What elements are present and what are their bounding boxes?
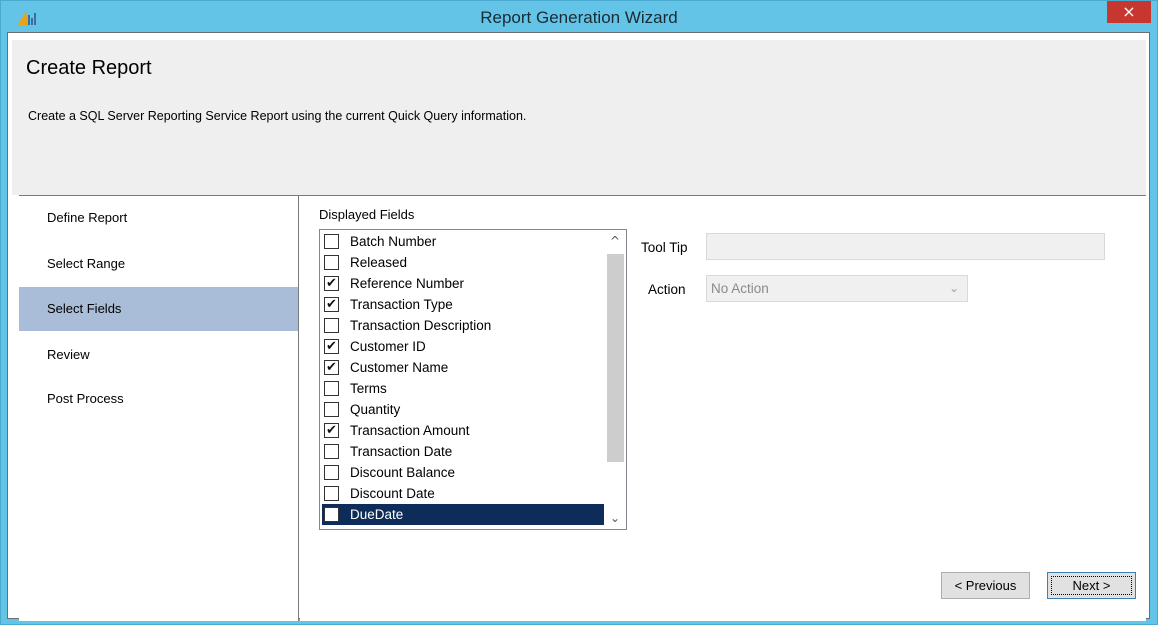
unchecked-checkbox-icon[interactable] bbox=[324, 465, 339, 480]
checked-checkbox-icon[interactable]: ✔ bbox=[324, 297, 339, 312]
checked-checkbox-icon[interactable]: ✔ bbox=[324, 423, 339, 438]
field-item-label: Transaction Amount bbox=[350, 423, 470, 438]
scroll-up-icon[interactable]: ^ bbox=[604, 230, 626, 252]
unchecked-checkbox-icon[interactable] bbox=[324, 402, 339, 417]
unchecked-checkbox-icon[interactable] bbox=[324, 318, 339, 333]
field-list-item[interactable]: Transaction Description bbox=[322, 315, 604, 336]
field-list-item[interactable]: DueDate bbox=[322, 504, 604, 525]
chevron-down-icon: ⌄ bbox=[948, 281, 959, 295]
close-button[interactable]: × bbox=[1107, 1, 1151, 23]
displayed-fields-listbox[interactable]: Batch Number Released ✔ Reference Number ✔ Tr… bbox=[319, 229, 627, 530]
wizard-header: Create Report Create a SQL Server Report… bbox=[12, 40, 1146, 195]
nav-step-label: Define Report bbox=[47, 210, 128, 225]
field-list-item[interactable]: Transaction Date bbox=[322, 441, 604, 462]
action-selected-value: No Action bbox=[711, 281, 769, 296]
unchecked-checkbox-icon[interactable] bbox=[324, 507, 339, 522]
nav-step-select-range[interactable]: Select Range bbox=[19, 242, 298, 286]
next-button[interactable]: Next > bbox=[1047, 572, 1136, 599]
page-description: Create a SQL Server Reporting Service Re… bbox=[28, 109, 527, 123]
field-item-label: Transaction Date bbox=[350, 444, 453, 459]
field-list-item[interactable]: ✔ Transaction Type bbox=[322, 294, 604, 315]
field-list-item[interactable]: Discount Balance bbox=[322, 462, 604, 483]
title-bar[interactable]: Report Generation Wizard × bbox=[1, 1, 1157, 33]
nav-step-define-report[interactable]: Define Report bbox=[19, 196, 298, 240]
checked-checkbox-icon[interactable]: ✔ bbox=[324, 360, 339, 375]
field-list-item[interactable]: ✔ Reference Number bbox=[322, 273, 604, 294]
previous-button-label: < Previous bbox=[954, 578, 1017, 593]
unchecked-checkbox-icon[interactable] bbox=[324, 255, 339, 270]
action-label: Action bbox=[648, 282, 686, 297]
field-item-label: Transaction Type bbox=[350, 297, 453, 312]
action-dropdown[interactable]: No Action ⌄ bbox=[706, 275, 968, 302]
nav-step-post-process[interactable]: Post Process bbox=[19, 377, 298, 421]
wizard-step-nav: Define Report Select Range Select Fields… bbox=[19, 196, 299, 621]
unchecked-checkbox-icon[interactable] bbox=[324, 444, 339, 459]
displayed-fields-label: Displayed Fields bbox=[319, 207, 415, 222]
unchecked-checkbox-icon[interactable] bbox=[324, 234, 339, 249]
nav-step-review[interactable]: Review bbox=[19, 333, 298, 377]
field-item-label: Quantity bbox=[350, 402, 401, 417]
scroll-down-icon[interactable]: ⌄ bbox=[604, 507, 626, 529]
scroll-thumb[interactable] bbox=[607, 254, 624, 462]
field-item-label: DueDate bbox=[350, 507, 404, 522]
field-list-item[interactable]: ✔ Transaction Amount bbox=[322, 420, 604, 441]
field-list-item[interactable]: Terms bbox=[322, 378, 604, 399]
field-list-item[interactable]: Quantity bbox=[322, 399, 604, 420]
nav-step-select-fields[interactable]: Select Fields bbox=[19, 287, 298, 331]
field-item-label: Customer Name bbox=[350, 360, 449, 375]
unchecked-checkbox-icon[interactable] bbox=[324, 486, 339, 501]
field-item-label: Transaction Description bbox=[350, 318, 492, 333]
field-list-item[interactable]: Batch Number bbox=[322, 231, 604, 252]
nav-step-label: Select Range bbox=[47, 256, 126, 271]
field-item-label: Reference Number bbox=[350, 276, 465, 291]
tooltip-label: Tool Tip bbox=[641, 240, 688, 255]
previous-button[interactable]: < Previous bbox=[941, 572, 1030, 599]
nav-step-label: Review bbox=[47, 347, 90, 362]
field-item-label: Discount Date bbox=[350, 486, 435, 501]
window-title: Report Generation Wizard bbox=[480, 8, 678, 27]
tooltip-input[interactable] bbox=[706, 233, 1105, 260]
field-list-item[interactable]: Released bbox=[322, 252, 604, 273]
field-item-label: Terms bbox=[350, 381, 387, 396]
unchecked-checkbox-icon[interactable] bbox=[324, 381, 339, 396]
field-list-item[interactable]: Discount Date bbox=[322, 483, 604, 504]
checked-checkbox-icon[interactable]: ✔ bbox=[324, 276, 339, 291]
nav-step-label: Select Fields bbox=[47, 301, 122, 316]
field-item-label: Released bbox=[350, 255, 408, 270]
close-icon: × bbox=[1122, 2, 1136, 21]
nav-step-label: Post Process bbox=[47, 391, 124, 406]
focus-rectangle bbox=[1051, 576, 1132, 595]
field-item-label: Batch Number bbox=[350, 234, 437, 249]
field-list-item[interactable]: ✔ Customer Name bbox=[322, 357, 604, 378]
page-title: Create Report bbox=[26, 57, 152, 79]
listbox-scrollbar[interactable]: ^ ⌄ bbox=[604, 230, 626, 529]
field-item-label: Discount Balance bbox=[350, 465, 456, 480]
checked-checkbox-icon[interactable]: ✔ bbox=[324, 339, 339, 354]
field-item-label: Customer ID bbox=[350, 339, 426, 354]
field-list-item[interactable]: ✔ Customer ID bbox=[322, 336, 604, 357]
